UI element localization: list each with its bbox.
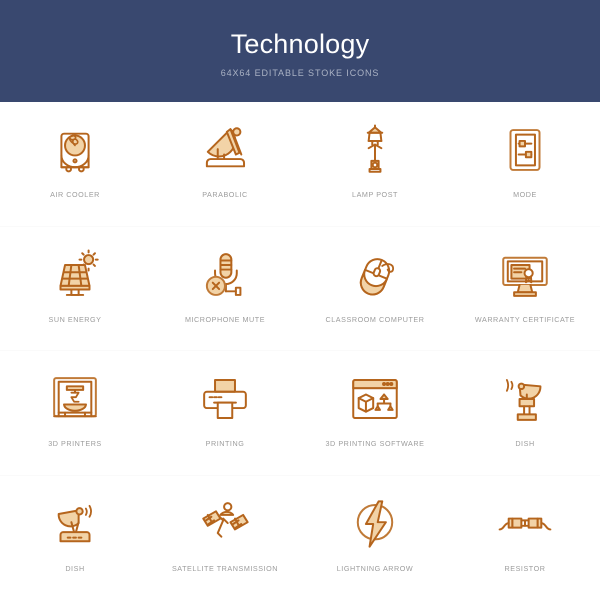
- resistor-icon: [494, 493, 556, 555]
- icon-label: lamp post: [352, 190, 398, 199]
- icon-label: warranty certificate: [474, 314, 576, 324]
- icon-cell-dish-2[interactable]: dish: [0, 475, 150, 600]
- 3d-printers-icon: [44, 368, 106, 430]
- icon-cell-sun-energy[interactable]: sun energy: [0, 226, 150, 351]
- air-cooler-icon: [44, 119, 106, 181]
- icon-label: air cooler: [50, 190, 100, 199]
- icon-label: satellite transmission: [171, 563, 279, 573]
- icon-cell-classroom-computer[interactable]: classroom computer: [300, 226, 450, 351]
- dish-icon: [494, 368, 556, 430]
- microphone-mute-icon: [194, 244, 256, 306]
- icon-cell-warranty-certificate[interactable]: warranty certificate: [450, 226, 600, 351]
- icon-label: 3d printers: [48, 439, 102, 448]
- icon-label: printing: [205, 439, 245, 448]
- icon-cell-lightning-arrow[interactable]: lightning arrow: [300, 475, 450, 600]
- icon-set-page: Technology 64x64 editable stoke icons ai…: [0, 0, 600, 600]
- lightning-arrow-icon: [344, 493, 406, 555]
- icon-cell-satellite-transmission[interactable]: satellite transmission: [150, 475, 300, 600]
- warranty-certificate-icon: [494, 244, 556, 306]
- lamp-post-icon: [344, 119, 406, 181]
- icon-cell-parabolic[interactable]: parabolic: [150, 102, 300, 227]
- page-subtitle: 64x64 editable stoke icons: [220, 68, 380, 79]
- icon-grid: air cooler parabolic: [0, 102, 600, 600]
- icon-cell-3d-printers[interactable]: 3d printers: [0, 351, 150, 476]
- printing-icon: [194, 368, 256, 430]
- page-title: Technology: [230, 28, 370, 59]
- icon-cell-air-cooler[interactable]: air cooler: [0, 102, 150, 227]
- icon-label: sun energy: [48, 314, 102, 324]
- icon-cell-mode[interactable]: mode: [450, 102, 600, 227]
- 3d-printing-software-icon: [344, 368, 406, 430]
- icon-label: resistor: [504, 563, 546, 573]
- icon-cell-3d-printing-software[interactable]: 3d printing software: [300, 351, 450, 476]
- satellite-transmission-icon: [194, 493, 256, 555]
- mode-icon: [494, 119, 556, 181]
- icon-label: lightning arrow: [336, 563, 414, 573]
- icon-cell-dish[interactable]: dish: [450, 351, 600, 476]
- page-header: Technology 64x64 editable stoke icons: [0, 0, 600, 102]
- icon-cell-resistor[interactable]: resistor: [450, 475, 600, 600]
- icon-label: 3d printing software: [325, 439, 425, 448]
- icon-cell-printing[interactable]: printing: [150, 351, 300, 476]
- icon-label: microphone mute: [184, 314, 266, 324]
- dish-icon: [44, 493, 106, 555]
- icon-label: dish: [65, 563, 85, 573]
- icon-label: classroom computer: [325, 314, 425, 324]
- icon-label: mode: [513, 190, 537, 199]
- sun-energy-icon: [44, 244, 106, 306]
- icon-label: dish: [515, 439, 535, 448]
- classroom-computer-icon: [344, 244, 406, 306]
- parabolic-icon: [194, 119, 256, 181]
- icon-label: parabolic: [202, 190, 248, 199]
- icon-cell-microphone-mute[interactable]: microphone mute: [150, 226, 300, 351]
- icon-cell-lamp-post[interactable]: lamp post: [300, 102, 450, 227]
